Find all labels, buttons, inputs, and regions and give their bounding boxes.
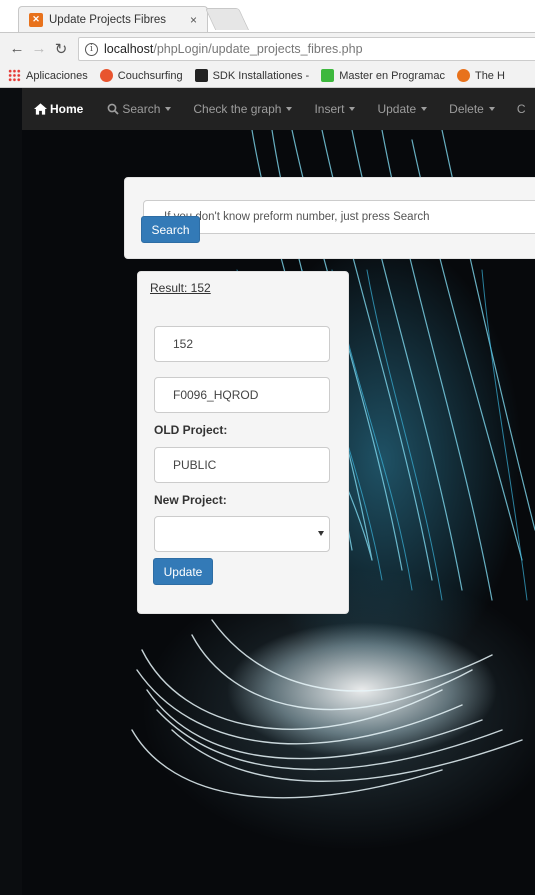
reload-icon[interactable]: ↻ (50, 40, 72, 58)
bookmark-the-h[interactable]: The H (456, 69, 505, 82)
couchsurfing-icon (99, 69, 113, 82)
url-text: localhost/phpLogin/update_projects_fibre… (104, 42, 363, 56)
nav-label: Delete (449, 102, 484, 116)
nav-home-label: Home (50, 102, 84, 116)
bookmark-label: Aplicaciones (26, 69, 88, 82)
bookmark-label: Master en Programac (339, 69, 445, 82)
bookmark-label: SDK Installationes - (212, 69, 310, 82)
left-dark-strip (0, 88, 22, 895)
xampp-favicon-icon: ✕ (29, 12, 43, 27)
dropdown-arrow-icon (318, 531, 324, 536)
apps-grid-icon (8, 69, 21, 82)
caret-down-icon (488, 107, 495, 111)
bookmark-couchsurfing[interactable]: Couchsurfing (99, 69, 183, 82)
nav-label: Update (377, 102, 417, 116)
bookmark-sdk[interactable]: SDK Installationes - (194, 69, 310, 82)
caret-down-icon (349, 107, 356, 111)
bookmarks-bar: Aplicaciones Couchsurfing SDK Installati… (0, 64, 535, 88)
nav-delete[interactable]: Delete (449, 102, 495, 116)
master-icon (321, 69, 335, 82)
browser-tab[interactable]: ✕ Update Projects Fibres × (18, 6, 208, 32)
bookmark-master[interactable]: Master en Programac (321, 69, 445, 82)
nav-update[interactable]: Update (377, 102, 428, 116)
old-project-label: OLD Project: (154, 423, 228, 437)
caret-down-icon (286, 107, 293, 111)
new-project-label: New Project: (154, 493, 227, 507)
address-bar[interactable]: i localhost/phpLogin/update_projects_fib… (78, 37, 535, 61)
preform-number-field[interactable] (154, 326, 330, 362)
nav-search[interactable]: Search (107, 102, 172, 116)
update-button[interactable]: Update (153, 558, 213, 585)
tab-title: Update Projects Fibres (49, 13, 166, 26)
browser-toolbar: ← → ↻ i localhost/phpLogin/update_projec… (0, 32, 535, 64)
forward-arrow-icon[interactable]: → (28, 40, 50, 57)
result-link[interactable]: Result: 152 (150, 281, 211, 295)
url-host: localhost (104, 42, 154, 56)
nav-label: C (516, 102, 526, 116)
fibre-id-field[interactable] (154, 377, 330, 413)
back-arrow-icon[interactable]: ← (6, 40, 28, 57)
search-panel: Search (124, 177, 535, 259)
nav-check-graph[interactable]: Check the graph (193, 102, 293, 116)
nav-home[interactable]: Home (34, 102, 83, 116)
caret-down-icon (165, 107, 172, 111)
old-project-field[interactable] (154, 447, 330, 483)
sdk-icon (194, 69, 208, 82)
browser-tabstrip: ✕ Update Projects Fibres × (0, 0, 535, 32)
url-path: /phpLogin/update_projects_fibres.php (153, 42, 363, 56)
update-panel: Result: 152 OLD Project: New Project: Up… (137, 271, 349, 614)
tab-close-icon[interactable]: × (190, 13, 197, 27)
bookmark-label: Couchsurfing (117, 69, 183, 82)
nav-more[interactable]: C (517, 102, 526, 116)
home-icon (34, 103, 47, 115)
preform-search-input[interactable] (143, 200, 535, 234)
nav-label: Search (122, 102, 161, 116)
new-project-select[interactable] (154, 516, 330, 552)
bookmark-aplicaciones[interactable]: Aplicaciones (8, 69, 88, 82)
the-h-icon (456, 69, 470, 82)
nav-label: Check the graph (193, 102, 282, 116)
info-icon[interactable]: i (85, 42, 98, 56)
search-button[interactable]: Search (141, 216, 200, 243)
app-navbar: Home Search Check the graph Insert Updat… (22, 88, 535, 130)
nav-label: Insert (314, 102, 345, 116)
new-tab-button[interactable] (204, 8, 250, 30)
caret-down-icon (421, 107, 428, 111)
bookmark-label: The H (474, 69, 505, 82)
search-icon (107, 103, 119, 115)
nav-insert[interactable]: Insert (314, 102, 356, 116)
